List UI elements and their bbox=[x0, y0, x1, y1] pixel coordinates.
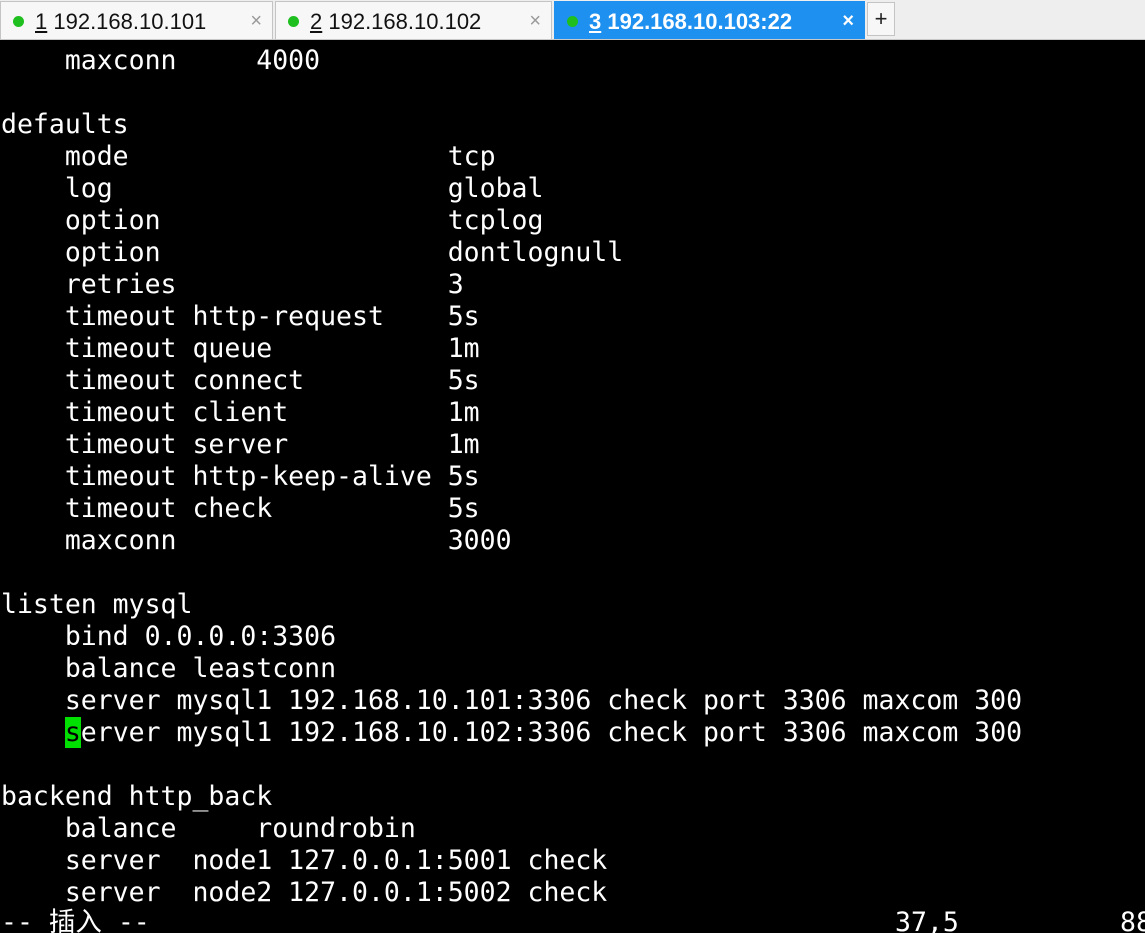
terminal-line: timeout http-request 5s bbox=[1, 301, 480, 332]
terminal-line: balance leastconn bbox=[1, 653, 337, 684]
terminal-line: option tcplog bbox=[1, 205, 544, 236]
connected-status-icon bbox=[288, 16, 299, 27]
terminal-line: timeout queue 1m bbox=[1, 333, 480, 364]
tab-session-1[interactable]: 1 192.168.10.101 × bbox=[0, 1, 273, 39]
terminal-line: maxconn 4000 bbox=[1, 45, 321, 76]
terminal-line: server mysql1 192.168.10.102:3306 check … bbox=[64, 717, 1023, 748]
tab-session-3[interactable]: 3 192.168.10.103:22 × bbox=[554, 1, 865, 39]
new-tab-button[interactable]: + bbox=[867, 2, 895, 36]
close-icon[interactable]: × bbox=[842, 9, 854, 33]
terminal-line: listen mysql bbox=[1, 589, 193, 620]
text-cursor: s bbox=[64, 717, 81, 748]
close-icon[interactable]: × bbox=[529, 9, 541, 33]
terminal-line: mode tcp bbox=[1, 141, 496, 172]
tab-bar: 1 192.168.10.101 × 2 192.168.10.102 × 3 … bbox=[0, 0, 1145, 40]
terminal-line: server node2 127.0.0.1:5002 check bbox=[1, 877, 608, 908]
tab-session-2[interactable]: 2 192.168.10.102 × bbox=[275, 1, 552, 39]
tab-label: 1 192.168.10.101 bbox=[35, 9, 207, 34]
terminal-line: maxconn 3000 bbox=[1, 525, 512, 556]
tab-label: 3 192.168.10.103:22 bbox=[589, 9, 793, 34]
cursor-position: 37,5 bbox=[895, 907, 959, 933]
terminal-line: timeout client 1m bbox=[1, 397, 480, 428]
scroll-percent: 88 bbox=[1120, 907, 1145, 933]
connected-status-icon bbox=[13, 16, 24, 27]
terminal-line: backend http_back bbox=[1, 781, 273, 812]
close-icon[interactable]: × bbox=[250, 9, 262, 33]
terminal-line: timeout connect 5s bbox=[1, 365, 480, 396]
terminal-line: server mysql1 192.168.10.101:3306 check … bbox=[1, 685, 1023, 716]
terminal-line: option dontlognull bbox=[1, 237, 624, 268]
terminal-line: log global bbox=[1, 173, 544, 204]
vim-mode-indicator: -- 插入 -- bbox=[1, 907, 150, 933]
terminal-line: timeout http-keep-alive 5s bbox=[1, 461, 480, 492]
tab-label: 2 192.168.10.102 bbox=[310, 9, 482, 34]
terminal-line: server node1 127.0.0.1:5001 check bbox=[1, 845, 608, 876]
terminal-line: balance roundrobin bbox=[1, 813, 416, 844]
terminal-line: timeout check 5s bbox=[1, 493, 480, 524]
connected-status-icon bbox=[567, 16, 578, 27]
terminal-line: defaults bbox=[1, 109, 129, 140]
terminal-line: bind 0.0.0.0:3306 bbox=[1, 621, 337, 652]
terminal-output[interactable]: maxconn 4000 defaults mode tcp log globa… bbox=[0, 45, 1145, 933]
terminal-line: timeout server 1m bbox=[1, 429, 480, 460]
terminal-line: retries 3 bbox=[1, 269, 464, 300]
